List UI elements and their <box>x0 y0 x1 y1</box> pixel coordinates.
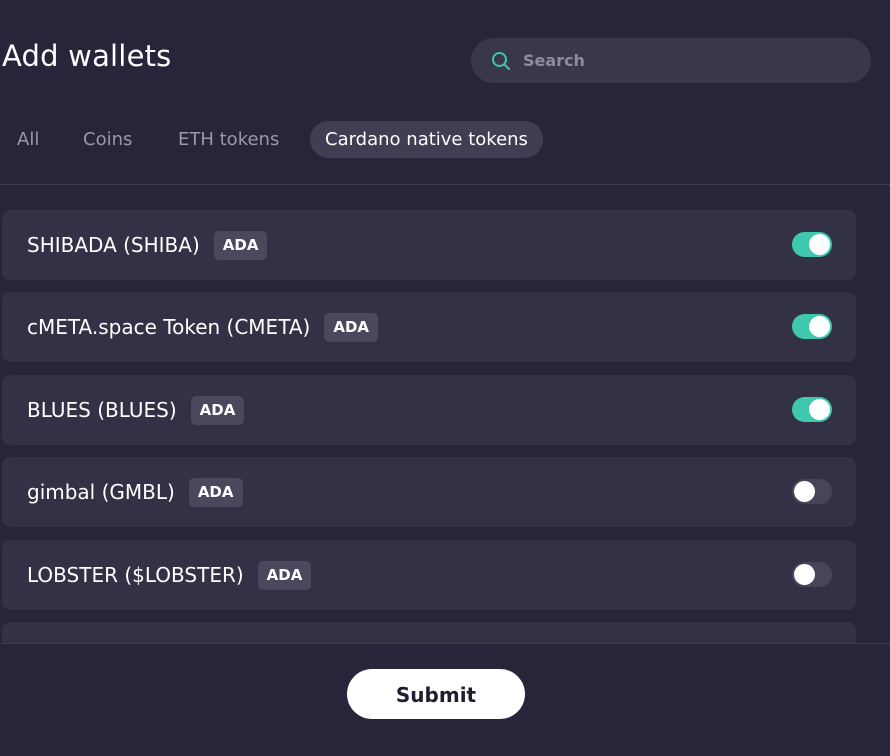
tab-eth-tokens[interactable]: ETH tokens <box>178 121 279 158</box>
submit-button[interactable]: Submit <box>347 669 525 719</box>
token-name-wrap: LOBSTER ($LOBSTER) ADA <box>27 540 312 610</box>
token-toggle[interactable] <box>792 397 832 422</box>
token-toggle[interactable] <box>792 479 832 504</box>
token-name-wrap: BLUES (BLUES) ADA <box>27 375 245 445</box>
token-name-wrap: cMETA.space Token (CMETA) ADA <box>27 292 379 362</box>
token-toggle[interactable] <box>792 232 832 257</box>
chain-badge: ADA <box>324 312 379 342</box>
add-wallets-screen: Add wallets All Coins ETH tokens Cardano… <box>0 0 890 756</box>
token-name: cMETA.space Token (CMETA) <box>27 315 311 339</box>
token-row: SHIBADA (SHIBA) ADA <box>2 210 856 280</box>
tab-all[interactable]: All <box>17 121 39 158</box>
tab-coins[interactable]: Coins <box>83 121 132 158</box>
token-name: SHIBADA (SHIBA) <box>27 233 200 257</box>
token-row-partial <box>2 622 856 643</box>
toggle-knob <box>794 481 815 502</box>
toggle-knob <box>809 399 830 420</box>
token-toggle[interactable] <box>792 562 832 587</box>
token-name: gimbal (GMBL) <box>27 480 175 504</box>
token-row: BLUES (BLUES) ADA <box>2 375 856 445</box>
chain-badge: ADA <box>188 477 243 507</box>
token-name-wrap: gimbal (GMBL) ADA <box>27 457 243 527</box>
toggle-knob <box>809 316 830 337</box>
toggle-knob <box>794 564 815 585</box>
tab-cardano-native-tokens[interactable]: Cardano native tokens <box>310 121 543 158</box>
search-icon <box>491 51 511 71</box>
toggle-knob <box>809 234 830 255</box>
search-box[interactable] <box>471 38 871 83</box>
token-list[interactable]: SHIBADA (SHIBA) ADA cMETA.space Token (C… <box>0 185 890 643</box>
token-name: LOBSTER ($LOBSTER) <box>27 563 244 587</box>
token-name: BLUES (BLUES) <box>27 398 177 422</box>
footer: Submit <box>0 644 890 756</box>
chain-badge: ADA <box>190 395 245 425</box>
token-toggle[interactable] <box>792 314 832 339</box>
chain-badge: ADA <box>257 560 312 590</box>
token-row: LOBSTER ($LOBSTER) ADA <box>2 540 856 610</box>
page-title: Add wallets <box>2 39 172 73</box>
chain-badge: ADA <box>213 230 268 260</box>
token-row: gimbal (GMBL) ADA <box>2 457 856 527</box>
token-row: cMETA.space Token (CMETA) ADA <box>2 292 856 362</box>
search-input[interactable] <box>523 38 853 83</box>
token-name-wrap: SHIBADA (SHIBA) ADA <box>27 210 268 280</box>
